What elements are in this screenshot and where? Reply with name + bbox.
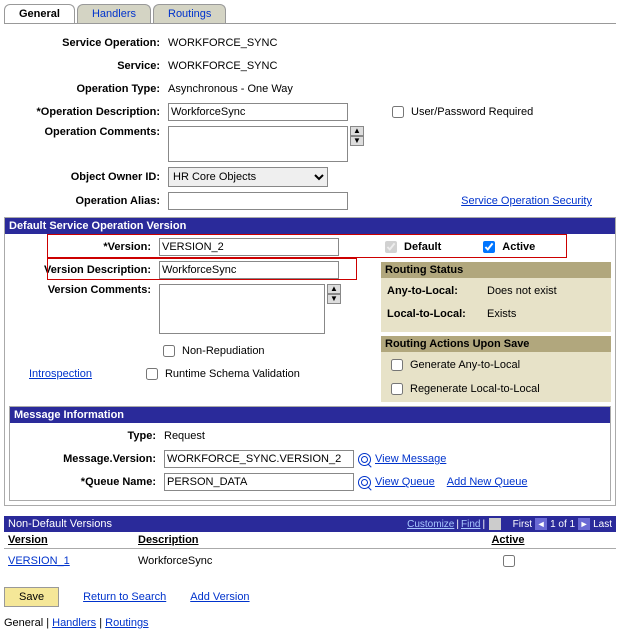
runtime-schema-label: Runtime Schema Validation: [165, 368, 300, 380]
object-owner-id-label: Object Owner ID:: [8, 171, 168, 183]
queue-name-input[interactable]: [164, 473, 354, 491]
view-queue-link[interactable]: View Queue: [375, 476, 435, 488]
version-row-description: WorkforceSync: [138, 555, 468, 567]
default-version-header: Default Service Operation Version: [5, 218, 615, 234]
version-description-label: Version Description:: [9, 264, 159, 276]
runtime-schema-checkbox[interactable]: [146, 368, 158, 380]
version-label: *Version:: [9, 241, 159, 253]
version-comments-label: Version Comments:: [9, 284, 159, 296]
view-message-link[interactable]: View Message: [375, 453, 446, 465]
col-active-header[interactable]: Active: [491, 534, 524, 546]
non-repudiation-checkbox[interactable]: [163, 345, 175, 357]
operation-comments-label: Operation Comments:: [8, 126, 168, 138]
footer-routings-link[interactable]: Routings: [105, 617, 148, 629]
routing-status-header: Routing Status: [381, 262, 611, 278]
lookup-icon[interactable]: [358, 453, 371, 466]
type-label: Type:: [14, 430, 164, 442]
service-value: WORKFORCE_SYNC: [168, 60, 277, 72]
footer-handlers-link[interactable]: Handlers: [52, 617, 96, 629]
operation-description-label: *Operation Description:: [8, 106, 168, 118]
operation-description-input[interactable]: [168, 103, 348, 121]
local-to-local-value: Exists: [487, 308, 516, 320]
nav-first-label: First: [513, 519, 532, 530]
operation-alias-label: Operation Alias:: [8, 195, 168, 207]
routing-actions-header: Routing Actions Upon Save: [381, 336, 611, 352]
add-new-queue-link[interactable]: Add New Queue: [447, 476, 528, 488]
return-to-search-link[interactable]: Return to Search: [83, 591, 166, 603]
any-to-local-label: Any-to-Local:: [387, 285, 487, 297]
customize-link[interactable]: Customize: [407, 519, 454, 530]
col-version-header[interactable]: Version: [8, 534, 48, 546]
gen-any-to-local-label: Generate Any-to-Local: [410, 359, 520, 371]
service-operation-value: WORKFORCE_SYNC: [168, 37, 277, 49]
footer-general: General: [4, 617, 43, 629]
operation-comments-input[interactable]: [168, 126, 348, 162]
non-repudiation-label: Non-Repudiation: [182, 345, 265, 357]
nav-range: 1 of 1: [550, 519, 575, 530]
col-description-header[interactable]: Description: [138, 534, 199, 546]
non-default-header: Non-Default Versions: [8, 518, 112, 530]
nav-prev-icon[interactable]: ◄: [535, 518, 547, 530]
operation-alias-input[interactable]: [168, 192, 348, 210]
comments-scroll[interactable]: ▲▼: [350, 126, 364, 146]
message-version-input[interactable]: [164, 450, 354, 468]
version-input[interactable]: [159, 238, 339, 256]
queue-name-label: *Queue Name:: [14, 476, 164, 488]
tab-routings[interactable]: Routings: [153, 4, 226, 23]
lookup-icon[interactable]: [358, 476, 371, 489]
gen-any-to-local-checkbox[interactable]: [391, 359, 403, 371]
service-operation-label: Service Operation:: [8, 37, 168, 49]
regen-local-to-local-checkbox[interactable]: [391, 383, 403, 395]
non-default-header-bar: Non-Default Versions Customize | Find | …: [4, 516, 616, 532]
save-button[interactable]: Save: [4, 587, 59, 607]
find-link[interactable]: Find: [461, 519, 480, 530]
active-label: Active: [502, 241, 535, 253]
tab-general[interactable]: General: [4, 4, 75, 23]
service-operation-security-link[interactable]: Service Operation Security: [461, 195, 592, 207]
service-label: Service:: [8, 60, 168, 72]
default-label: Default: [404, 241, 441, 253]
version-row-active-checkbox[interactable]: [503, 555, 515, 567]
message-version-label: Message.Version:: [14, 453, 164, 465]
version-comments-scroll[interactable]: ▲▼: [327, 284, 341, 304]
user-password-required-label: User/Password Required: [411, 106, 533, 118]
nav-next-icon[interactable]: ►: [578, 518, 590, 530]
nav-last-label: Last: [593, 519, 612, 530]
type-value: Request: [164, 430, 205, 442]
user-password-required-checkbox[interactable]: [392, 106, 404, 118]
message-info-header: Message Information: [10, 407, 610, 423]
local-to-local-label: Local-to-Local:: [387, 308, 487, 320]
tab-handlers[interactable]: Handlers: [77, 4, 151, 23]
grid-view-icon[interactable]: [489, 518, 501, 530]
introspection-link[interactable]: Introspection: [29, 368, 92, 380]
version-description-input[interactable]: [159, 261, 339, 279]
operation-type-label: Operation Type:: [8, 83, 168, 95]
active-checkbox[interactable]: [483, 241, 495, 253]
regen-local-to-local-label: Regenerate Local-to-Local: [410, 383, 540, 395]
default-checkbox: [385, 241, 397, 253]
any-to-local-value: Does not exist: [487, 285, 557, 297]
operation-type-value: Asynchronous - One Way: [168, 83, 293, 95]
table-row: VERSION_1 WorkforceSync: [4, 549, 616, 573]
version-comments-input[interactable]: [159, 284, 325, 334]
object-owner-id-select[interactable]: HR Core Objects: [168, 167, 328, 187]
version-row-link[interactable]: VERSION_1: [8, 555, 70, 567]
add-version-link[interactable]: Add Version: [190, 591, 249, 603]
tab-bar: General Handlers Routings: [4, 4, 616, 24]
